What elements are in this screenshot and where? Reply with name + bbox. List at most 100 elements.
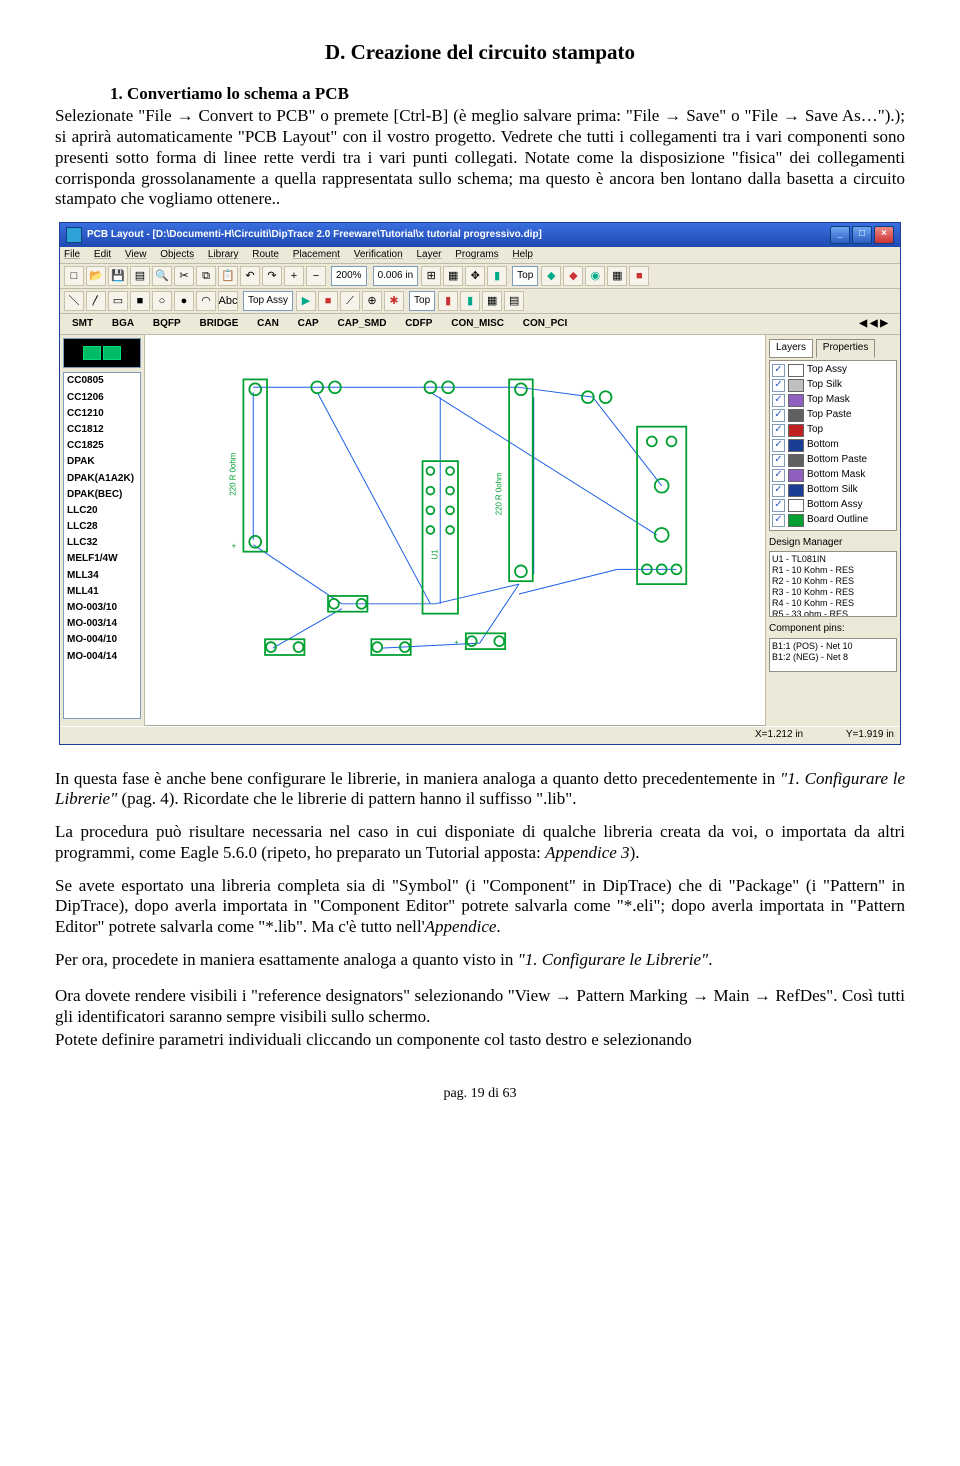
pkg-item[interactable]: LLC32 — [64, 535, 140, 551]
layer-row[interactable]: ✓Bottom Mask — [772, 468, 894, 483]
menu-edit[interactable]: Edit — [94, 249, 111, 260]
cat-smt[interactable]: SMT — [64, 316, 101, 332]
util-d-icon[interactable]: ▤ — [504, 291, 524, 311]
dm-item[interactable]: U1 - TL081IN — [772, 554, 894, 565]
cut-icon[interactable]: ✂ — [174, 266, 194, 286]
pcb-canvas[interactable]: 220 R 0ohm + 220 R 0ohm U1 — [145, 335, 765, 726]
route-icon[interactable]: ⟋ — [340, 291, 360, 311]
paste-icon[interactable]: 📋 — [218, 266, 238, 286]
cat-nav[interactable]: ◀ ◀ ▶ — [851, 316, 896, 332]
net-icon[interactable]: ✱ — [384, 291, 404, 311]
menu-objects[interactable]: Objects — [160, 249, 194, 260]
dm-item[interactable]: R1 - 10 Kohm - RES — [772, 565, 894, 576]
comp-icon[interactable]: ▮ — [487, 266, 507, 286]
pin-item[interactable]: B1:1 (POS) - Net 10 — [772, 641, 894, 652]
pin-item[interactable]: B1:2 (NEG) - Net 8 — [772, 652, 894, 663]
pkg-item[interactable]: DPAK — [64, 454, 140, 470]
cat-bqfp[interactable]: BQFP — [145, 316, 189, 332]
circle-icon[interactable]: ○ — [152, 291, 172, 311]
menu-view[interactable]: View — [125, 249, 147, 260]
fillrect-icon[interactable]: ■ — [130, 291, 150, 311]
preview-icon[interactable]: 🔍 — [152, 266, 172, 286]
tool-b-icon[interactable]: ◆ — [563, 266, 583, 286]
tab-properties[interactable]: Properties — [816, 339, 876, 357]
run-icon[interactable]: ▶ — [296, 291, 316, 311]
cat-con-pci[interactable]: CON_PCI — [515, 316, 575, 332]
menu-help[interactable]: Help — [512, 249, 533, 260]
pkg-item[interactable]: MLL41 — [64, 584, 140, 600]
dm-item[interactable]: R2 - 10 Kohm - RES — [772, 576, 894, 587]
zoom-out-icon[interactable]: − — [306, 266, 326, 286]
layer-row[interactable]: ✓Top Assy — [772, 363, 894, 378]
tool-c-icon[interactable]: ◉ — [585, 266, 605, 286]
util-b-icon[interactable]: ▮ — [460, 291, 480, 311]
pkg-item[interactable]: CC1812 — [64, 422, 140, 438]
layer-row[interactable]: ✓Top — [772, 423, 894, 438]
maximize-button[interactable]: □ — [852, 226, 872, 244]
cat-bga[interactable]: BGA — [104, 316, 142, 332]
pkg-item[interactable]: MO-003/14 — [64, 616, 140, 632]
layer-select-3[interactable]: Top — [409, 291, 435, 311]
cat-can[interactable]: CAN — [249, 316, 287, 332]
move-icon[interactable]: ✥ — [465, 266, 485, 286]
pkg-item[interactable]: MLL34 — [64, 568, 140, 584]
util-c-icon[interactable]: ▦ — [482, 291, 502, 311]
dm-item[interactable]: R3 - 10 Kohm - RES — [772, 587, 894, 598]
open-icon[interactable]: 📂 — [86, 266, 106, 286]
pkg-item[interactable]: CC0805 — [64, 373, 140, 389]
layer-select-2[interactable]: Top Assy — [243, 291, 293, 311]
menu-placement[interactable]: Placement — [293, 249, 340, 260]
layer-row[interactable]: ✓Bottom — [772, 438, 894, 453]
tab-layers[interactable]: Layers — [769, 339, 813, 357]
pkg-item[interactable]: CC1210 — [64, 406, 140, 422]
layer-row[interactable]: ✓Top Silk — [772, 378, 894, 393]
fillcircle-icon[interactable]: ● — [174, 291, 194, 311]
close-button[interactable]: × — [874, 226, 894, 244]
copy-icon[interactable]: ⧉ — [196, 266, 216, 286]
cat-bridge[interactable]: BRIDGE — [191, 316, 246, 332]
pkg-item[interactable]: MELF1/4W — [64, 551, 140, 567]
tool-d-icon[interactable]: ▦ — [607, 266, 627, 286]
place-icon[interactable]: ⊕ — [362, 291, 382, 311]
design-manager-list[interactable]: U1 - TL081IN R1 - 10 Kohm - RES R2 - 10 … — [769, 551, 897, 617]
layer-row[interactable]: ✓Bottom Assy — [772, 498, 894, 513]
rect-icon[interactable]: ▭ — [108, 291, 128, 311]
line-icon[interactable]: ＼ — [64, 291, 84, 311]
dm-item[interactable]: R4 - 10 Kohm - RES — [772, 598, 894, 609]
cat-cap-smd[interactable]: CAP_SMD — [330, 316, 395, 332]
pkg-item[interactable]: MO-003/10 — [64, 600, 140, 616]
package-list[interactable]: CC0805 CC1206 CC1210 CC1812 CC1825 DPAK … — [63, 372, 141, 719]
arc-icon[interactable]: ◠ — [196, 291, 216, 311]
menu-route[interactable]: Route — [252, 249, 279, 260]
polyline-icon[interactable]: 〳 — [86, 291, 106, 311]
menu-programs[interactable]: Programs — [455, 249, 498, 260]
menu-layer[interactable]: Layer — [416, 249, 441, 260]
pkg-item[interactable]: DPAK(BEC) — [64, 487, 140, 503]
layer-row[interactable]: ✓Bottom Paste — [772, 453, 894, 468]
menu-file[interactable]: File — [64, 249, 80, 260]
layer-icon[interactable]: ▦ — [443, 266, 463, 286]
component-pins-list[interactable]: B1:1 (POS) - Net 10 B1:2 (NEG) - Net 8 — [769, 638, 897, 672]
stop-icon[interactable]: ■ — [318, 291, 338, 311]
menu-verification[interactable]: Verification — [354, 249, 403, 260]
cat-con-misc[interactable]: CON_MISC — [443, 316, 512, 332]
layer-row[interactable]: ✓Bottom Silk — [772, 483, 894, 498]
zoom-level[interactable]: 200% — [331, 266, 367, 286]
save-icon[interactable]: 💾 — [108, 266, 128, 286]
layer-row[interactable]: ✓Top Paste — [772, 408, 894, 423]
tool-a-icon[interactable]: ◆ — [541, 266, 561, 286]
pkg-item[interactable]: LLC20 — [64, 503, 140, 519]
new-icon[interactable]: □ — [64, 266, 84, 286]
tool-e-icon[interactable]: ■ — [629, 266, 649, 286]
layer-select-1[interactable]: Top — [512, 266, 538, 286]
pkg-item[interactable]: MO-004/14 — [64, 649, 140, 665]
util-a-icon[interactable]: ▮ — [438, 291, 458, 311]
grid-icon[interactable]: ⊞ — [421, 266, 441, 286]
pkg-item[interactable]: CC1206 — [64, 390, 140, 406]
grid-size[interactable]: 0.006 in — [373, 266, 419, 286]
pkg-item[interactable]: LLC28 — [64, 519, 140, 535]
text-icon[interactable]: Abc — [218, 291, 238, 311]
minimize-button[interactable]: _ — [830, 226, 850, 244]
undo-icon[interactable]: ↶ — [240, 266, 260, 286]
print-icon[interactable]: ▤ — [130, 266, 150, 286]
